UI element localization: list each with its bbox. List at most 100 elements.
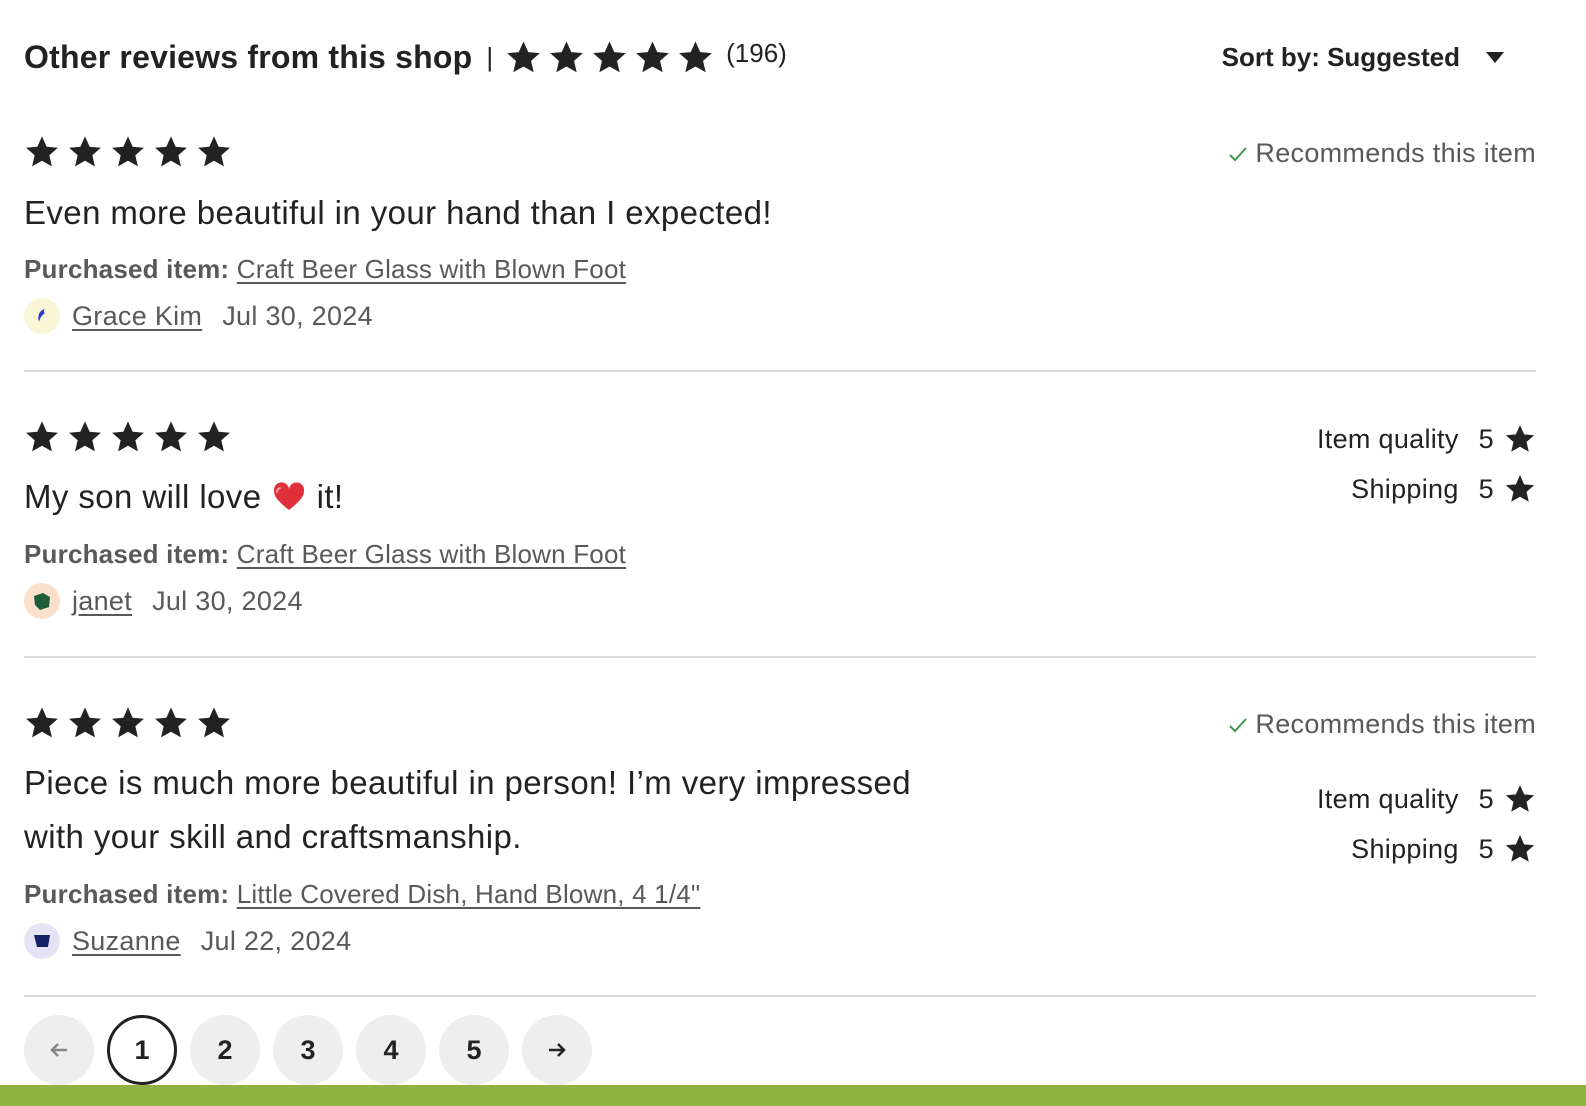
star-icon bbox=[26, 707, 58, 738]
avatar[interactable] bbox=[24, 298, 60, 334]
chevron-down-icon bbox=[1486, 52, 1504, 63]
star-icon bbox=[1505, 425, 1535, 452]
reviewer-name[interactable]: Suzanne bbox=[72, 926, 181, 957]
avatar[interactable] bbox=[24, 583, 60, 619]
star-icon bbox=[198, 136, 230, 167]
page-button-5[interactable]: 5 bbox=[439, 1015, 509, 1085]
review-count: (196) bbox=[726, 37, 787, 68]
shipping-rating: Shipping 5 bbox=[1351, 833, 1536, 865]
star-icon bbox=[112, 421, 144, 452]
review-divider bbox=[24, 656, 1536, 658]
sort-label: Sort by: Suggested bbox=[1221, 41, 1460, 72]
star-icon bbox=[26, 136, 58, 167]
purchased-item-link[interactable]: Little Covered Dish, Hand Blown, 4 1/4" bbox=[237, 879, 701, 909]
review-text-line: Piece is much more beautiful in person! … bbox=[24, 764, 912, 801]
shipping-rating: Shipping 5 bbox=[1351, 473, 1536, 505]
item-quality-rating: Item quality 5 bbox=[1317, 783, 1536, 815]
review-text-start: My son will love bbox=[24, 478, 262, 515]
next-page-button[interactable] bbox=[522, 1015, 592, 1085]
recommends-label: Recommends this item bbox=[1255, 709, 1536, 739]
review-date: Jul 22, 2024 bbox=[200, 925, 352, 956]
review-date: Jul 30, 2024 bbox=[152, 585, 303, 616]
purchased-item-label: Purchased item: bbox=[24, 539, 230, 569]
pagination: 1 2 3 4 5 bbox=[24, 1015, 592, 1085]
star-icon bbox=[69, 421, 101, 452]
review-item: Item quality 5 Shipping 5 My son will lo… bbox=[24, 419, 1536, 629]
avatar-shape-icon bbox=[34, 935, 50, 947]
review-stars bbox=[24, 419, 1536, 455]
recommends-label: Recommends this item bbox=[1255, 138, 1536, 168]
reviewer-name[interactable]: Grace Kim bbox=[72, 301, 202, 332]
shipping-label: Shipping bbox=[1351, 473, 1459, 504]
check-icon bbox=[1229, 146, 1248, 161]
star-icon bbox=[507, 40, 540, 72]
review-divider bbox=[24, 995, 1536, 997]
avatar[interactable] bbox=[24, 923, 60, 959]
item-quality-value: 5 bbox=[1478, 783, 1494, 814]
star-icon bbox=[1505, 835, 1535, 862]
star-icon bbox=[69, 136, 101, 167]
star-icon bbox=[198, 707, 230, 738]
purchased-item-link[interactable]: Craft Beer Glass with Blown Foot bbox=[237, 254, 626, 284]
item-quality-label: Item quality bbox=[1317, 423, 1459, 454]
page-button-1[interactable]: 1 bbox=[107, 1015, 177, 1085]
previous-page-button[interactable] bbox=[24, 1015, 94, 1085]
star-icon bbox=[198, 421, 230, 452]
star-icon bbox=[26, 421, 58, 452]
purchased-item-label: Purchased item: bbox=[24, 254, 230, 284]
purchased-item: Purchased item: Craft Beer Glass with Bl… bbox=[24, 254, 626, 285]
star-icon bbox=[679, 40, 712, 72]
avatar-shape-icon bbox=[34, 593, 50, 610]
star-icon bbox=[593, 40, 626, 72]
review-text: Even more beautiful in your hand than I … bbox=[24, 194, 772, 231]
reviews-heading: Other reviews from this shop bbox=[24, 38, 473, 75]
review-text-end: it! bbox=[316, 478, 344, 515]
review-item: Recommends this item Item quality 5 Ship… bbox=[24, 705, 1536, 975]
star-icon bbox=[112, 707, 144, 738]
purchased-item-label: Purchased item: bbox=[24, 879, 230, 909]
reviewer-name[interactable]: janet bbox=[72, 586, 132, 617]
shop-rating-stars bbox=[505, 39, 714, 76]
star-icon bbox=[155, 421, 187, 452]
page-button-2[interactable]: 2 bbox=[190, 1015, 260, 1085]
review-text: Piece is much more beautiful in person! … bbox=[24, 756, 911, 864]
star-icon bbox=[1505, 475, 1535, 502]
review-byline: Grace Kim Jul 30, 2024 bbox=[24, 298, 373, 334]
star-icon bbox=[155, 136, 187, 167]
review-byline: Suzanne Jul 22, 2024 bbox=[24, 923, 351, 959]
star-icon bbox=[636, 40, 669, 72]
check-icon bbox=[1229, 717, 1248, 732]
star-icon bbox=[69, 707, 101, 738]
shipping-value: 5 bbox=[1478, 473, 1494, 504]
page-button-4[interactable]: 4 bbox=[356, 1015, 426, 1085]
heading-separator: | bbox=[486, 41, 494, 72]
star-icon bbox=[550, 40, 583, 72]
arrow-left-icon bbox=[50, 1043, 67, 1057]
shipping-label: Shipping bbox=[1351, 833, 1459, 864]
star-icon bbox=[1505, 785, 1535, 812]
heart-emoji-icon bbox=[273, 482, 305, 510]
recommends-badge: Recommends this item bbox=[1227, 709, 1536, 740]
arrow-right-icon bbox=[549, 1043, 566, 1057]
review-item: Recommends this item Even more beautiful… bbox=[24, 134, 1536, 344]
item-quality-label: Item quality bbox=[1317, 783, 1459, 814]
star-icon bbox=[155, 707, 187, 738]
review-date: Jul 30, 2024 bbox=[222, 300, 373, 331]
page-button-3[interactable]: 3 bbox=[273, 1015, 343, 1085]
review-divider bbox=[24, 370, 1536, 372]
star-icon bbox=[112, 136, 144, 167]
avatar-shape-icon bbox=[38, 309, 45, 322]
purchased-item: Purchased item: Craft Beer Glass with Bl… bbox=[24, 539, 626, 570]
review-text-line: with your skill and craftsmanship. bbox=[24, 818, 522, 855]
bottom-color-bar bbox=[0, 1085, 1586, 1106]
sort-dropdown[interactable]: Sort by: Suggested bbox=[1222, 32, 1506, 82]
purchased-item-link[interactable]: Craft Beer Glass with Blown Foot bbox=[237, 539, 626, 569]
shipping-value: 5 bbox=[1478, 833, 1494, 864]
review-text: My son will love it! bbox=[24, 470, 344, 524]
item-quality-value: 5 bbox=[1478, 423, 1494, 454]
purchased-item: Purchased item: Little Covered Dish, Han… bbox=[24, 879, 700, 910]
review-byline: janet Jul 30, 2024 bbox=[24, 583, 303, 619]
recommends-badge: Recommends this item bbox=[1227, 138, 1536, 169]
item-quality-rating: Item quality 5 bbox=[1317, 423, 1536, 455]
reviews-header: Other reviews from this shop | (196) Sor… bbox=[24, 32, 1536, 82]
